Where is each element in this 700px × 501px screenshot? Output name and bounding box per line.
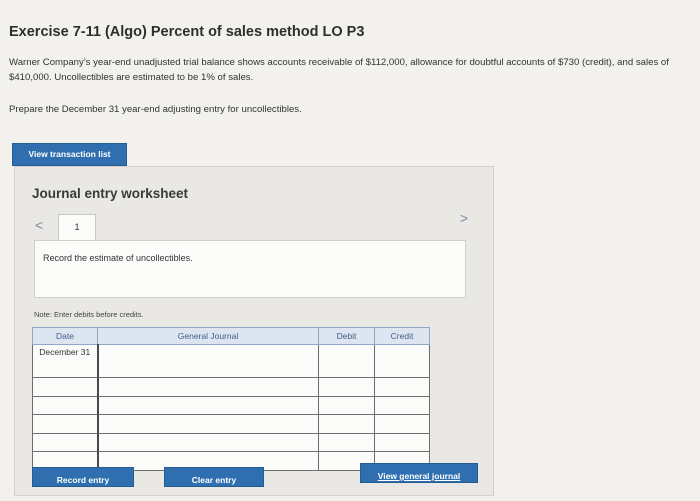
date-cell: December 31 (32, 344, 98, 378)
credit-input[interactable] (374, 432, 430, 452)
exercise-description: Warner Company's year-end unadjusted tri… (9, 57, 669, 83)
debit-input[interactable] (318, 414, 375, 434)
debit-column-header: Debit (318, 327, 375, 345)
view-general-journal-button[interactable]: View general journal (360, 463, 478, 483)
general-journal-column-header: General Journal (97, 327, 319, 345)
worksheet-tab-1[interactable]: 1 (58, 214, 96, 242)
credit-column-header: Credit (374, 327, 430, 345)
account-input[interactable] (96, 377, 319, 397)
table-row (32, 395, 430, 415)
credit-input[interactable] (374, 414, 430, 434)
account-input[interactable] (96, 395, 319, 415)
credit-input[interactable] (374, 344, 430, 378)
exercise-title: Exercise 7-11 (Algo) Percent of sales me… (9, 24, 365, 40)
account-input[interactable] (96, 344, 319, 378)
date-column-header: Date (32, 327, 98, 345)
worksheet-title: Journal entry worksheet (32, 186, 189, 201)
table-row (32, 432, 430, 452)
debit-input[interactable] (318, 377, 375, 397)
record-entry-button[interactable]: Record entry (32, 467, 134, 487)
date-cell (32, 377, 98, 397)
debit-input[interactable] (318, 395, 375, 415)
exercise-instruction: Prepare the December 31 year-end adjusti… (9, 104, 302, 115)
date-cell (32, 395, 98, 415)
worksheet-instruction-text: Record the estimate of uncollectibles. (43, 253, 193, 263)
journal-table: Date General Journal Debit Credit Decemb… (32, 327, 430, 471)
debit-input[interactable] (318, 344, 375, 378)
worksheet-instruction-box (34, 240, 466, 298)
date-cell (32, 432, 98, 452)
chevron-left-icon[interactable]: < (35, 217, 43, 233)
date-cell (32, 414, 98, 434)
account-input[interactable] (96, 414, 319, 434)
debit-input[interactable] (318, 432, 375, 452)
account-input[interactable] (96, 432, 319, 452)
chevron-right-icon[interactable]: > (460, 210, 468, 226)
table-row: December 31 (32, 344, 430, 378)
debits-note: Note: Enter debits before credits. (34, 310, 144, 319)
credit-input[interactable] (374, 377, 430, 397)
credit-input[interactable] (374, 395, 430, 415)
clear-entry-button[interactable]: Clear entry (164, 467, 264, 487)
view-transaction-list-button[interactable]: View transaction list (12, 143, 127, 166)
table-row (32, 414, 430, 434)
table-row (32, 377, 430, 397)
